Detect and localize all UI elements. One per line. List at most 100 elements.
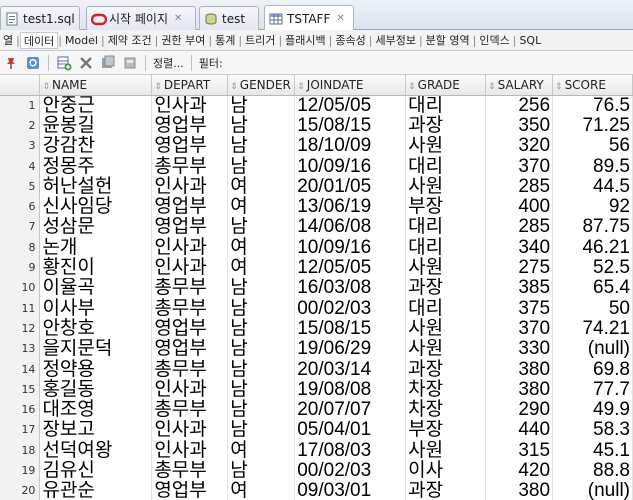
subtab-sql[interactable]: SQL (516, 32, 544, 49)
cell-score[interactable]: 52.5 (552, 257, 633, 278)
cell-name[interactable]: 유관순 (39, 480, 153, 500)
subtab-flashback[interactable]: 플래시백 (282, 32, 328, 49)
cell-grade[interactable]: 사원 (405, 176, 487, 197)
table-row[interactable]: 6 신사임당 영업부 여 13/06/19 부장 400 92 (0, 196, 633, 217)
table-row[interactable]: 4 정몽주 총무부 남 10/09/16 대리 370 89.5 (0, 155, 633, 177)
cell-salary[interactable]: 330 (485, 338, 554, 359)
cell-depart[interactable]: 인사과 (151, 95, 229, 116)
cell-grade[interactable]: 사원 (405, 135, 487, 156)
cell-salary[interactable]: 380 (485, 379, 554, 400)
cell-score[interactable]: 74.21 (552, 318, 633, 339)
cell-name[interactable]: 안중근 (39, 95, 153, 116)
cell-score[interactable]: 77.7 (552, 379, 633, 400)
cell-salary[interactable]: 385 (485, 277, 554, 298)
cell-name[interactable]: 황진이 (39, 257, 153, 278)
cell-salary[interactable]: 315 (485, 440, 554, 461)
cell-salary[interactable]: 440 (485, 419, 554, 441)
cell-depart[interactable]: 영업부 (151, 318, 229, 339)
cell-depart[interactable]: 영업부 (151, 115, 229, 136)
cell-name[interactable]: 안창호 (39, 318, 153, 339)
cell-salary[interactable]: 275 (485, 257, 554, 278)
cell-gender[interactable]: 여 (227, 480, 296, 500)
cell-name[interactable]: 정몽주 (39, 155, 153, 177)
cell-depart[interactable]: 총무부 (151, 460, 229, 481)
sort-arrows-icon[interactable]: ⇕ (42, 82, 50, 92)
cell-grade[interactable]: 과장 (405, 115, 487, 136)
row-number[interactable]: 10 (0, 277, 41, 298)
cell-score[interactable]: (null) (552, 480, 633, 500)
cell-depart[interactable]: 인사과 (151, 419, 229, 441)
cell-gender[interactable]: 남 (227, 135, 296, 156)
table-row[interactable]: 13 을지문덕 영업부 남 19/06/29 사원 330 (null) (0, 338, 633, 359)
subtab-indexes[interactable]: 인덱스 (476, 32, 512, 49)
cell-score[interactable]: 69.8 (552, 358, 633, 380)
cell-salary[interactable]: 370 (485, 318, 554, 339)
row-number[interactable]: 9 (0, 257, 41, 278)
column-header-salary[interactable]: ⇕ SALARY (485, 75, 554, 96)
cell-grade[interactable]: 사원 (405, 318, 487, 339)
rollback-icon[interactable] (121, 54, 139, 72)
row-number[interactable]: 7 (0, 216, 41, 238)
cell-grade[interactable]: 차장 (405, 399, 487, 420)
column-header-score[interactable]: ⇕ SCORE (552, 75, 633, 96)
editor-tab-test1-sql[interactable]: test1.sql (0, 6, 80, 30)
cell-gender[interactable]: 남 (227, 419, 296, 441)
cell-depart[interactable]: 영업부 (151, 196, 229, 217)
pin-icon[interactable] (2, 54, 20, 72)
table-row[interactable]: 12 안창호 영업부 남 15/08/15 사원 370 74.21 (0, 318, 633, 339)
cell-name[interactable]: 신사임당 (39, 196, 153, 217)
cell-name[interactable]: 논개 (39, 237, 153, 258)
cell-name[interactable]: 성삼문 (39, 216, 153, 238)
cell-gender[interactable]: 남 (227, 216, 296, 238)
sort-arrows-icon[interactable]: ⇕ (154, 82, 162, 92)
sort-button[interactable]: 정렬... (150, 55, 187, 71)
row-number[interactable]: 11 (0, 297, 41, 319)
sort-arrows-icon[interactable]: ⇕ (297, 82, 305, 92)
commit-icon[interactable] (99, 54, 117, 72)
cell-salary[interactable]: 256 (485, 95, 554, 116)
cell-salary[interactable]: 370 (485, 155, 554, 177)
cell-score[interactable]: 44.5 (552, 176, 633, 197)
cell-joindate[interactable]: 17/08/03 (294, 440, 407, 461)
cell-name[interactable]: 이사부 (39, 297, 153, 319)
refresh-icon[interactable] (24, 54, 42, 72)
subtab-statistics[interactable]: 통계 (212, 32, 238, 49)
cell-score[interactable]: 49.9 (552, 399, 633, 420)
cell-depart[interactable]: 총무부 (151, 358, 229, 380)
column-header-gender[interactable]: ⇕ GENDER (227, 75, 296, 96)
cell-grade[interactable]: 과장 (405, 480, 487, 500)
row-number[interactable]: 6 (0, 196, 41, 217)
cell-joindate[interactable]: 15/08/15 (294, 115, 407, 136)
cell-gender[interactable]: 남 (227, 318, 296, 339)
cell-salary[interactable]: 400 (485, 196, 554, 217)
table-row[interactable]: 16 대조영 총무부 남 20/07/07 차장 290 49.9 (0, 399, 633, 420)
editor-tab-test[interactable]: test (199, 6, 259, 30)
cell-name[interactable]: 을지문덕 (39, 338, 153, 359)
cell-score[interactable]: 71.25 (552, 115, 633, 136)
row-number[interactable]: 1 (0, 95, 41, 116)
cell-gender[interactable]: 남 (227, 297, 296, 319)
cell-gender[interactable]: 남 (227, 277, 296, 298)
subtab-dependencies[interactable]: 종속성 (332, 32, 368, 49)
row-number[interactable]: 3 (0, 135, 41, 156)
cell-joindate[interactable]: 13/06/19 (294, 196, 407, 217)
cell-score[interactable]: 45.1 (552, 440, 633, 461)
cell-name[interactable]: 대조영 (39, 399, 153, 420)
cell-salary[interactable]: 350 (485, 115, 554, 136)
subtab-columns[interactable]: 열 (0, 32, 16, 49)
cell-depart[interactable]: 인사과 (151, 379, 229, 400)
cell-gender[interactable]: 여 (227, 237, 296, 258)
cell-joindate[interactable]: 00/02/03 (294, 460, 407, 481)
cell-salary[interactable]: 320 (485, 135, 554, 156)
subtab-partitions[interactable]: 분할 영역 (423, 32, 473, 49)
cell-joindate[interactable]: 00/02/03 (294, 297, 407, 319)
row-number[interactable]: 8 (0, 237, 41, 258)
close-tab-icon[interactable]: ✕ (174, 13, 182, 24)
table-row[interactable]: 10 이율곡 총무부 남 16/03/08 과장 385 65.4 (0, 277, 633, 298)
cell-salary[interactable]: 285 (485, 216, 554, 238)
cell-depart[interactable]: 영업부 (151, 216, 229, 238)
cell-salary[interactable]: 285 (485, 176, 554, 197)
cell-depart[interactable]: 영업부 (151, 135, 229, 156)
cell-name[interactable]: 강감찬 (39, 135, 153, 156)
cell-salary[interactable]: 290 (485, 399, 554, 420)
